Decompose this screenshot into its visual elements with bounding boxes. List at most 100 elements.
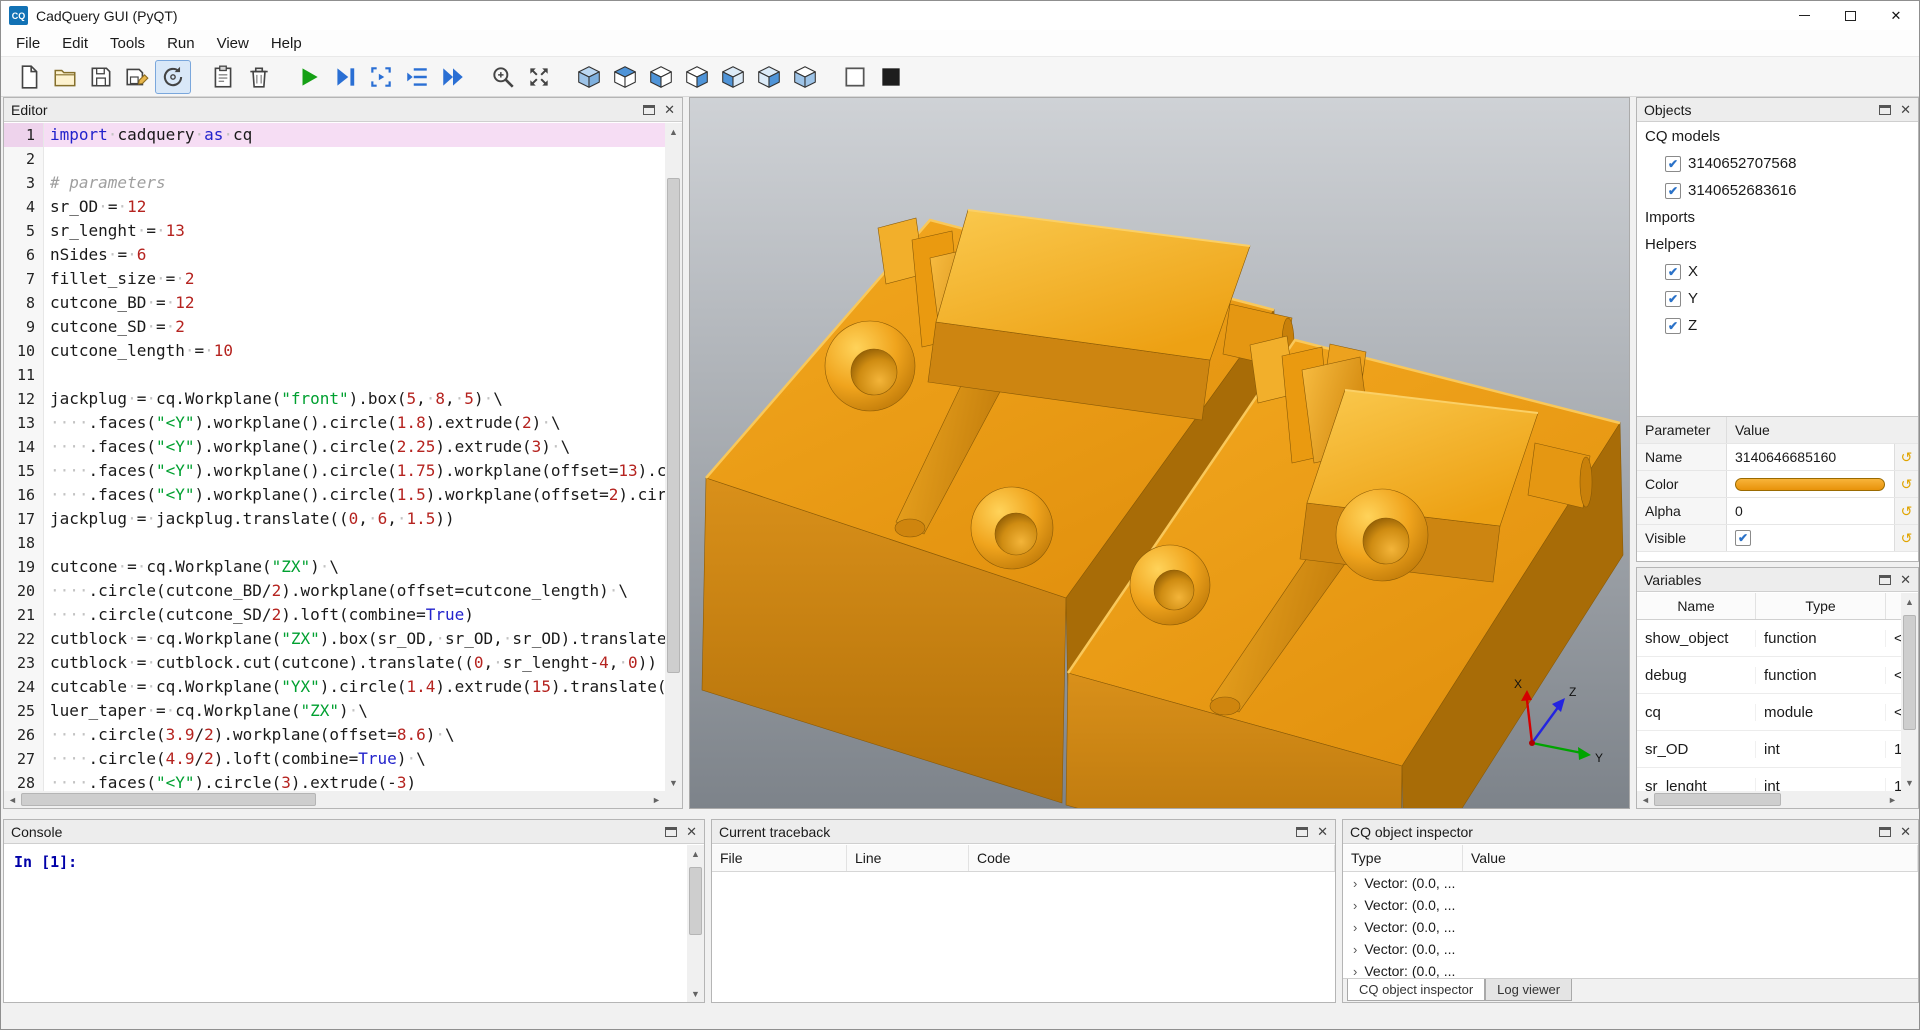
menu-help[interactable]: Help [260,30,313,56]
menu-run[interactable]: Run [156,30,206,56]
code-line[interactable]: 6nSides·=·6 [4,243,665,267]
tree-group-helpers[interactable]: Helpers [1637,231,1918,258]
scroll-track[interactable] [1654,791,1884,808]
code-line[interactable]: 15····.faces("<Y").workplane().circle(1.… [4,459,665,483]
variable-row[interactable]: sr_lenghtint13 [1637,768,1901,791]
menu-edit[interactable]: Edit [51,30,99,56]
code-line[interactable]: 23cutblock·=·cutblock.cut(cutcone).trans… [4,651,665,675]
code-line[interactable]: 5sr_lenght·=·13 [4,219,665,243]
console-input-area[interactable]: In [1]: [4,845,687,1002]
debug-button[interactable] [327,60,363,94]
variables-header-name[interactable]: Name [1637,593,1756,619]
console-vertical-scrollbar[interactable]: ▲ ▼ [687,845,704,1002]
scroll-thumb[interactable] [21,793,316,806]
scroll-thumb[interactable] [1654,793,1781,806]
tree-item-helper[interactable]: Z [1637,312,1918,339]
scroll-track[interactable] [687,862,704,985]
code-line[interactable]: 14····.faces("<Y").workplane().circle(2.… [4,435,665,459]
save-as-button[interactable] [119,60,155,94]
checkbox[interactable] [1665,264,1681,280]
scroll-down-icon[interactable]: ▼ [687,985,704,1002]
code-line[interactable]: 16····.faces("<Y").workplane().circle(1.… [4,483,665,507]
scroll-down-icon[interactable]: ▼ [665,774,682,791]
new-file-button[interactable] [11,60,47,94]
scroll-track[interactable] [21,791,648,808]
close-panel-icon[interactable]: ✕ [1317,825,1328,838]
code-line[interactable]: 28····.faces("<Y").circle(3).extrude(-3) [4,771,665,791]
close-button[interactable]: ✕ [1873,1,1919,30]
inspector-row[interactable]: ›Vector: (0.0, ... [1343,916,1918,938]
tree-item-model[interactable]: 3140652707568 [1637,150,1918,177]
minimize-button[interactable] [1781,1,1827,30]
code-editor[interactable]: 1import·cadquery·as·cq23# parameters4sr_… [4,123,665,791]
step-over-button[interactable] [399,60,435,94]
render-button[interactable] [291,60,327,94]
variables-vertical-scrollbar[interactable]: ▲ ▼ [1901,593,1918,791]
reset-property-button[interactable]: ↺ [1894,444,1918,470]
code-line[interactable]: 3# parameters [4,171,665,195]
tree-group-cq-models[interactable]: CQ models [1637,123,1918,150]
scroll-up-icon[interactable]: ▲ [687,845,704,862]
tab-cq-object-inspector[interactable]: CQ object inspector [1347,979,1485,1001]
scroll-track[interactable] [665,140,682,774]
delete-button[interactable] [241,60,277,94]
scroll-up-icon[interactable]: ▲ [665,123,682,140]
float-panel-icon[interactable] [643,105,655,115]
code-line[interactable]: 10cutcone_length·=·10 [4,339,665,363]
scroll-right-icon[interactable]: ► [648,791,665,808]
code-line[interactable]: 4sr_OD·=·12 [4,195,665,219]
viewport-3d[interactable]: X Z Y [689,97,1630,809]
inspector-row[interactable]: ›Vector: (0.0, ... [1343,872,1918,894]
tab-log-viewer[interactable]: Log viewer [1485,979,1572,1001]
chevron-right-icon[interactable]: › [1353,898,1357,913]
reset-property-button[interactable]: ↺ [1894,525,1918,551]
menu-file[interactable]: File [5,30,51,56]
view-iso-button[interactable] [571,60,607,94]
shaded-button[interactable] [873,60,909,94]
close-panel-icon[interactable]: ✕ [1900,103,1911,116]
code-line[interactable]: 26····.circle(3.9/2).workplane(offset=8.… [4,723,665,747]
scroll-right-icon[interactable]: ► [1884,791,1901,808]
code-line[interactable]: 8cutcone_BD·=·12 [4,291,665,315]
checkbox[interactable] [1665,291,1681,307]
reset-property-button[interactable]: ↺ [1894,471,1918,497]
view-right-button[interactable] [679,60,715,94]
scroll-left-icon[interactable]: ◄ [4,791,21,808]
traceback-header-code[interactable]: Code [969,845,1335,871]
scroll-left-icon[interactable]: ◄ [1637,791,1654,808]
code-line[interactable]: 25luer_taper·=·cq.Workplane("ZX")·\ [4,699,665,723]
close-panel-icon[interactable]: ✕ [1900,825,1911,838]
inspector-header-value[interactable]: Value [1463,845,1918,871]
float-panel-icon[interactable] [1879,827,1891,837]
chevron-right-icon[interactable]: › [1353,876,1357,891]
clipboard-button[interactable] [205,60,241,94]
float-panel-icon[interactable] [1296,827,1308,837]
chevron-right-icon[interactable]: › [1353,942,1357,957]
close-panel-icon[interactable]: ✕ [1900,573,1911,586]
view-top-button[interactable] [607,60,643,94]
autoreload-button[interactable] [155,60,191,94]
variable-row[interactable]: sr_ODint12 [1637,731,1901,768]
inspector-row[interactable]: ›Vector: (0.0, ... [1343,894,1918,916]
checkbox[interactable] [1665,156,1681,172]
variables-horizontal-scrollbar[interactable]: ◄ ► [1637,791,1901,808]
editor-vertical-scrollbar[interactable]: ▲ ▼ [665,123,682,791]
traceback-header-line[interactable]: Line [847,845,969,871]
property-value[interactable]: 0 [1727,498,1894,524]
menu-view[interactable]: View [206,30,260,56]
float-panel-icon[interactable] [1879,575,1891,585]
zoom-button[interactable] [485,60,521,94]
reset-property-button[interactable]: ↺ [1894,498,1918,524]
code-line[interactable]: 9cutcone_SD·=·2 [4,315,665,339]
open-file-button[interactable] [47,60,83,94]
checkbox[interactable] [1665,318,1681,334]
chevron-right-icon[interactable]: › [1353,920,1357,935]
code-line[interactable]: 18 [4,531,665,555]
code-line[interactable]: 19cutcone·=·cq.Workplane("ZX")·\ [4,555,665,579]
code-line[interactable]: 24cutcable·=·cq.Workplane("YX").circle(1… [4,675,665,699]
scroll-thumb[interactable] [689,867,702,935]
step-frame-button[interactable] [363,60,399,94]
view-bottom-button[interactable] [787,60,823,94]
scroll-up-icon[interactable]: ▲ [1901,593,1918,610]
tree-item-helper[interactable]: X [1637,258,1918,285]
